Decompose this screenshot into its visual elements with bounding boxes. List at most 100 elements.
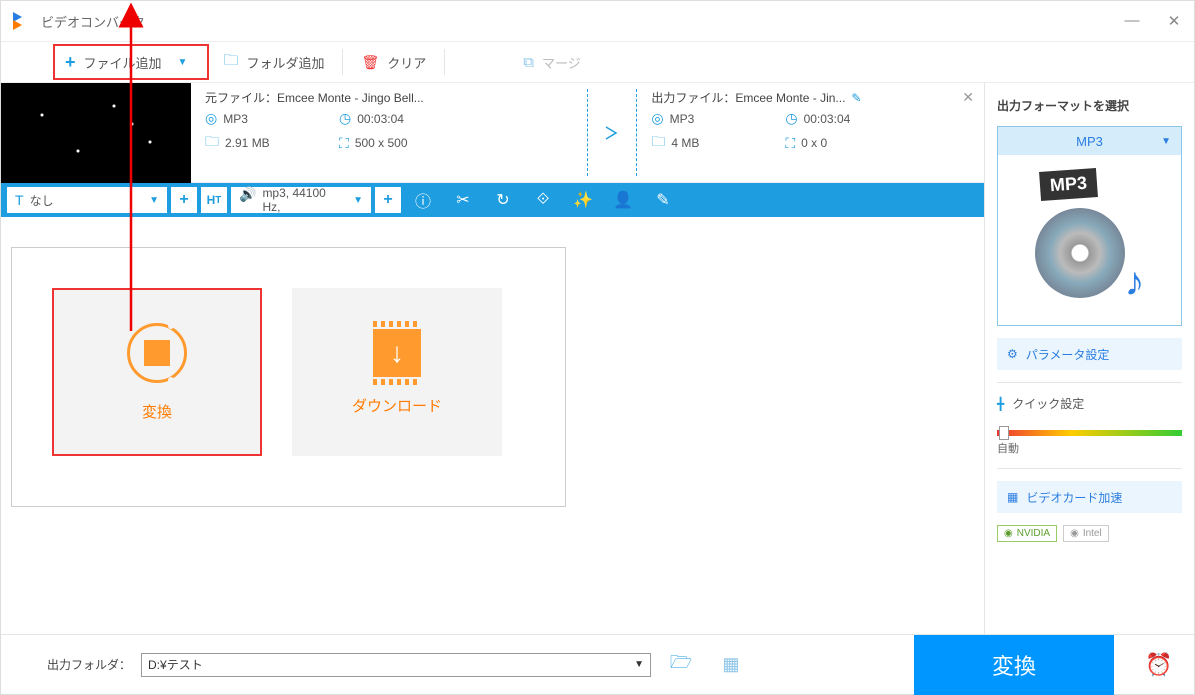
subtitle-value: なし	[30, 192, 54, 209]
edit-button[interactable]: ✎	[645, 183, 681, 217]
app-logo-icon	[13, 12, 31, 30]
watermark-button[interactable]: 👤	[605, 183, 641, 217]
output-panel: 出力フォーマットを選択 MP3 ▼ ♪ MP3 ⚙ パラメータ設定 ╋ クイック設…	[984, 83, 1194, 634]
out-duration: 00:03:04	[804, 112, 851, 126]
merge-button[interactable]: ⧉ マージ	[509, 42, 594, 82]
src-dims: 500 x 500	[355, 136, 408, 150]
merge-icon: ⧉	[523, 54, 534, 71]
src-format: MP3	[223, 112, 248, 126]
music-note-icon: ♪	[1125, 260, 1145, 305]
title-bar: ビデオコンバータ — ✕	[1, 1, 1194, 41]
effects-button[interactable]: ✨	[565, 183, 601, 217]
quality-slider[interactable]: 自動	[997, 424, 1182, 456]
minimize-button[interactable]: —	[1124, 12, 1140, 30]
output-folder-select[interactable]: D:¥テスト ▼	[141, 653, 651, 677]
schedule-button[interactable]: ⏰	[1124, 635, 1194, 695]
thumbnail	[1, 83, 191, 183]
output-folder-value: D:¥テスト	[148, 656, 203, 673]
remove-file-button[interactable]: ✕	[962, 89, 974, 106]
merge-label: マージ	[542, 53, 581, 72]
add-subtitle-button[interactable]: +	[171, 187, 197, 213]
speaker-icon: 🔊	[239, 186, 256, 214]
subtitle-select[interactable]: T なし ▼	[7, 187, 167, 213]
intel-icon: ◉	[1070, 528, 1079, 539]
intel-badge: ◉Intel	[1063, 525, 1109, 542]
convert-button[interactable]: 変換	[914, 635, 1114, 695]
convert-label: 変換	[142, 401, 172, 422]
parameter-settings-button[interactable]: ⚙ パラメータ設定	[997, 338, 1182, 370]
crop-button[interactable]: ⟐	[525, 183, 561, 217]
add-folder-label: フォルダ追加	[246, 53, 324, 72]
main-toolbar: + ファイル追加 ▼ 🗀 フォルダ追加 🗑 クリア ⧉ マージ	[1, 41, 1194, 83]
chevron-down-icon: ▼	[353, 195, 363, 206]
subtitle-settings-button[interactable]: HT	[201, 187, 227, 213]
convert-icon	[127, 323, 187, 383]
format-selector[interactable]: MP3 ▼ ♪ MP3	[997, 126, 1182, 326]
mode-cards-area: 変換 ダウンロード	[1, 217, 984, 634]
gpu-label: ビデオカード加速	[1026, 489, 1122, 506]
plus-icon: ╋	[997, 397, 1004, 411]
add-audio-button[interactable]: +	[375, 187, 401, 213]
clock-icon: ◷	[785, 110, 797, 127]
gpu-accel-button[interactable]: ▦ ビデオカード加速	[997, 481, 1182, 513]
param-label: パラメータ設定	[1026, 346, 1110, 363]
download-card[interactable]: ダウンロード	[292, 288, 502, 456]
slider-value-label: 自動	[997, 440, 1182, 456]
out-dims: 0 x 0	[801, 136, 827, 150]
close-button[interactable]: ✕	[1166, 12, 1182, 30]
chevron-down-icon: ▼	[634, 659, 644, 670]
add-folder-button[interactable]: 🗀 フォルダ追加	[209, 42, 338, 82]
disc-icon	[1035, 208, 1125, 298]
dimensions-icon: ⛶	[785, 135, 795, 152]
audio-track-select[interactable]: 🔊mp3, 44100 Hz, ▼	[231, 187, 371, 213]
src-size: 2.91 MB	[225, 136, 270, 150]
rotate-button[interactable]: ↻	[485, 183, 521, 217]
separator	[444, 49, 445, 75]
cut-button[interactable]: ✂	[445, 183, 481, 217]
add-file-label: ファイル追加	[84, 53, 162, 72]
trash-icon: 🗑	[361, 54, 379, 71]
clock-icon: ◷	[339, 110, 351, 127]
edit-name-icon[interactable]: ✎	[851, 91, 861, 105]
nvidia-icon: ◉	[1004, 528, 1013, 539]
folder-icon: 🗀	[205, 131, 219, 155]
settings-icon: ⚙	[1007, 347, 1018, 361]
folder-icon: 🗀	[651, 131, 665, 155]
quick-settings-header: ╋ クイック設定	[997, 395, 1182, 412]
video-icon: ◎	[651, 110, 663, 127]
src-duration: 00:03:04	[357, 112, 404, 126]
plus-icon: +	[65, 52, 76, 73]
chevron-down-icon: ▼	[178, 57, 188, 68]
output-file-title: 出力ファイル：Emcee Monte - Jin...✎	[651, 89, 970, 106]
dimensions-icon: ⛶	[339, 135, 349, 152]
output-folder-label: 出力フォルダ：	[47, 656, 131, 673]
clear-label: クリア	[387, 53, 426, 72]
quick-label: クイック設定	[1012, 395, 1084, 412]
folder-plus-icon: 🗀	[223, 50, 238, 75]
format-name: MP3	[1076, 134, 1103, 149]
add-file-button[interactable]: + ファイル追加 ▼	[53, 44, 209, 80]
browse-button[interactable]: ▦	[711, 650, 751, 680]
chevron-down-icon: ▼	[1161, 136, 1171, 147]
download-label: ダウンロード	[352, 395, 442, 416]
out-size: 4 MB	[671, 136, 699, 150]
download-icon	[373, 329, 421, 377]
app-title: ビデオコンバータ	[41, 12, 145, 31]
open-folder-button[interactable]: 🗁	[661, 650, 701, 680]
out-format: MP3	[670, 112, 695, 126]
info-button[interactable]: ⓘ	[405, 183, 441, 217]
bottom-bar: 出力フォルダ： D:¥テスト ▼ 🗁 ▦ 変換 ⏰	[1, 634, 1194, 694]
separator	[342, 49, 343, 75]
source-file-title: 元ファイル：Emcee Monte - Jingo Bell...	[205, 89, 587, 106]
convert-card[interactable]: 変換	[52, 288, 262, 456]
output-panel-title: 出力フォーマットを選択	[997, 97, 1182, 114]
nvidia-badge: ◉NVIDIA	[997, 525, 1057, 542]
clear-button[interactable]: 🗑 クリア	[347, 42, 440, 82]
chevron-down-icon: ▼	[149, 195, 159, 206]
file-item[interactable]: 元ファイル：Emcee Monte - Jingo Bell... ◎ MP3 ◷…	[1, 83, 984, 183]
subtitle-icon: T	[15, 192, 24, 209]
audio-value: mp3, 44100 Hz,	[262, 186, 347, 214]
conversion-arrow-icon	[587, 89, 637, 176]
edit-toolbar: T なし ▼ + HT 🔊mp3, 44100 Hz, ▼ + ⓘ ✂ ↻ ⟐ ✨…	[1, 183, 984, 217]
format-preview: ♪ MP3	[998, 155, 1181, 325]
